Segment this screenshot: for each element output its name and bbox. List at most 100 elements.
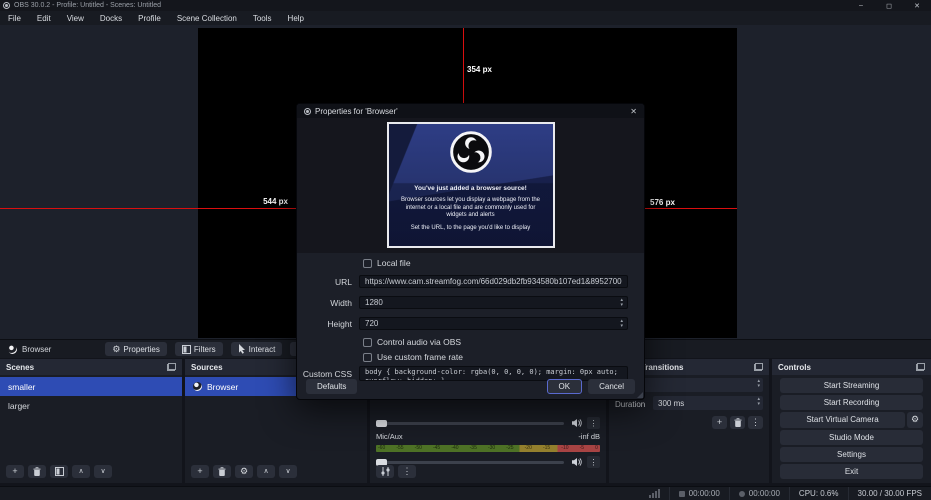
dialog-title: Properties for 'Browser' xyxy=(315,106,398,116)
scene-filters-button[interactable] xyxy=(50,465,68,478)
cancel-button[interactable]: Cancel xyxy=(588,379,635,394)
kebab-menu-icon[interactable]: ⋮ xyxy=(587,417,600,429)
trash-icon xyxy=(734,418,741,427)
banner-heading: You've just added a browser source! xyxy=(414,185,527,192)
scenes-toolbar: + ∧ ∨ xyxy=(0,465,182,483)
kebab-menu-icon[interactable]: ⋮ xyxy=(587,456,600,468)
record-dot-icon xyxy=(738,490,745,497)
menu-edit[interactable]: Edit xyxy=(29,11,59,25)
move-source-up-button[interactable]: ∧ xyxy=(257,465,275,478)
custom-fps-label: Use custom frame rate xyxy=(377,352,463,362)
defaults-button[interactable]: Defaults xyxy=(306,379,358,394)
menu-file[interactable]: File xyxy=(0,11,29,25)
guide-label-top: 354 px xyxy=(467,65,492,74)
obs-logo-icon xyxy=(449,131,492,173)
obs-main-window: OBS 30.0.2 - Profile: Untitled - Scenes:… xyxy=(0,0,931,500)
scene-item-larger[interactable]: larger xyxy=(0,396,182,415)
start-virtual-camera-button[interactable]: Start Virtual Camera xyxy=(780,412,905,428)
volume-slider-handle[interactable] xyxy=(376,419,387,427)
mic-aux-level: -inf dB xyxy=(578,432,600,441)
local-file-checkbox[interactable] xyxy=(363,258,372,268)
popout-icon[interactable] xyxy=(167,363,176,371)
start-recording-button[interactable]: Start Recording xyxy=(780,395,923,411)
dialog-close-button[interactable]: ✕ xyxy=(630,107,637,116)
fps-indicator: 30.00 / 30.00 FPS xyxy=(847,486,931,500)
url-row: URL xyxy=(297,275,628,288)
menu-docks[interactable]: Docks xyxy=(92,11,130,25)
gear-icon: ⚙ xyxy=(910,414,920,425)
volume-slider[interactable] xyxy=(376,419,564,427)
guide-label-right: 576 px xyxy=(650,198,675,207)
selected-source-label: Browser xyxy=(22,344,52,354)
menu-profile[interactable]: Profile xyxy=(130,11,169,25)
ok-button[interactable]: OK xyxy=(546,379,583,394)
move-scene-down-button[interactable]: ∨ xyxy=(94,465,112,478)
controls-body: Start Streaming Start Recording Start Vi… xyxy=(772,375,931,483)
browser-source-icon xyxy=(8,344,17,354)
menu-scene-collection[interactable]: Scene Collection xyxy=(169,11,245,25)
add-transition-button[interactable]: + xyxy=(712,416,727,429)
width-row: Width ▴▾ xyxy=(297,296,628,309)
mic-aux-level-meter: -60 -55 -50 -45 -40 -35 -30 -25 -20 -15 -10 -5 0 xyxy=(376,445,600,452)
start-streaming-button[interactable]: Start Streaming xyxy=(780,378,923,394)
transitions-toolbar: + ⋮ xyxy=(712,416,763,429)
exit-button[interactable]: Exit xyxy=(780,463,923,480)
remove-transition-button[interactable] xyxy=(730,416,745,429)
filters-icon xyxy=(54,467,64,476)
move-source-down-button[interactable]: ∨ xyxy=(279,465,297,478)
remove-scene-button[interactable] xyxy=(28,465,46,478)
virtual-camera-settings-button[interactable]: ⚙ xyxy=(907,412,923,428)
mixer-toolbar: ⋮ xyxy=(376,465,416,478)
audio-source-volume-row: ⋮ xyxy=(376,417,600,429)
chevron-updown-icon[interactable]: ▴ ▾ xyxy=(620,298,623,308)
control-audio-checkbox[interactable] xyxy=(363,337,372,347)
source-properties-button[interactable]: ⚙ xyxy=(235,465,253,478)
window-controls: – ◻ ✕ xyxy=(847,0,931,11)
url-input[interactable] xyxy=(359,275,628,288)
source-filters-button[interactable]: Filters xyxy=(174,342,223,356)
source-properties-button[interactable]: ⚙ Properties xyxy=(105,342,167,356)
add-scene-button[interactable]: + xyxy=(6,465,24,478)
duration-spinner[interactable]: 300 ms ▴ ▾ xyxy=(653,396,763,410)
studio-mode-button[interactable]: Studio Mode xyxy=(780,429,923,445)
dialog-title-bar[interactable]: Properties for 'Browser' ✕ xyxy=(297,104,644,118)
scene-item-smaller[interactable]: smaller xyxy=(0,377,182,396)
minimize-button[interactable]: – xyxy=(847,0,875,11)
control-audio-label: Control audio via OBS xyxy=(377,337,462,347)
scenes-panel: Scenes smaller larger + ∧ ∨ xyxy=(0,359,182,483)
source-interact-button[interactable]: Interact xyxy=(230,342,283,356)
menu-view[interactable]: View xyxy=(59,11,92,25)
advanced-audio-button[interactable] xyxy=(376,465,394,478)
duration-label: Duration xyxy=(615,400,646,409)
maximize-button[interactable]: ◻ xyxy=(875,0,903,11)
remove-source-button[interactable] xyxy=(213,465,231,478)
close-button[interactable]: ✕ xyxy=(903,0,931,11)
speaker-icon[interactable] xyxy=(571,457,582,467)
speaker-icon[interactable] xyxy=(571,418,582,428)
dialog-resize-grip[interactable] xyxy=(637,392,643,398)
gear-icon: ⚙ xyxy=(112,343,121,354)
popout-icon[interactable] xyxy=(754,363,763,371)
mixer-menu-button[interactable]: ⋮ xyxy=(398,465,416,478)
mic-volume-slider[interactable] xyxy=(376,458,564,466)
width-input[interactable] xyxy=(359,296,628,309)
scenes-header: Scenes xyxy=(0,359,182,375)
controls-header: Controls xyxy=(772,359,931,375)
settings-button[interactable]: Settings xyxy=(780,446,923,462)
custom-fps-checkbox[interactable] xyxy=(363,352,372,362)
menu-tools[interactable]: Tools xyxy=(245,11,280,25)
height-input[interactable] xyxy=(359,317,628,330)
transition-menu-button[interactable]: ⋮ xyxy=(748,416,763,429)
title-bar: OBS 30.0.2 - Profile: Untitled - Scenes:… xyxy=(0,0,931,11)
width-label: Width xyxy=(330,297,352,308)
add-source-button[interactable]: + xyxy=(191,465,209,478)
chevron-updown-icon[interactable]: ▴ ▾ xyxy=(620,319,623,329)
custom-fps-row: Use custom frame rate xyxy=(297,352,628,362)
window-title: OBS 30.0.2 - Profile: Untitled - Scenes:… xyxy=(14,2,162,9)
move-scene-up-button[interactable]: ∧ xyxy=(72,465,90,478)
stream-time-icon xyxy=(678,490,685,497)
menu-help[interactable]: Help xyxy=(280,11,312,25)
popout-icon[interactable] xyxy=(916,363,925,371)
width-spinner: ▴▾ xyxy=(359,296,628,309)
browser-source-icon xyxy=(193,382,202,391)
